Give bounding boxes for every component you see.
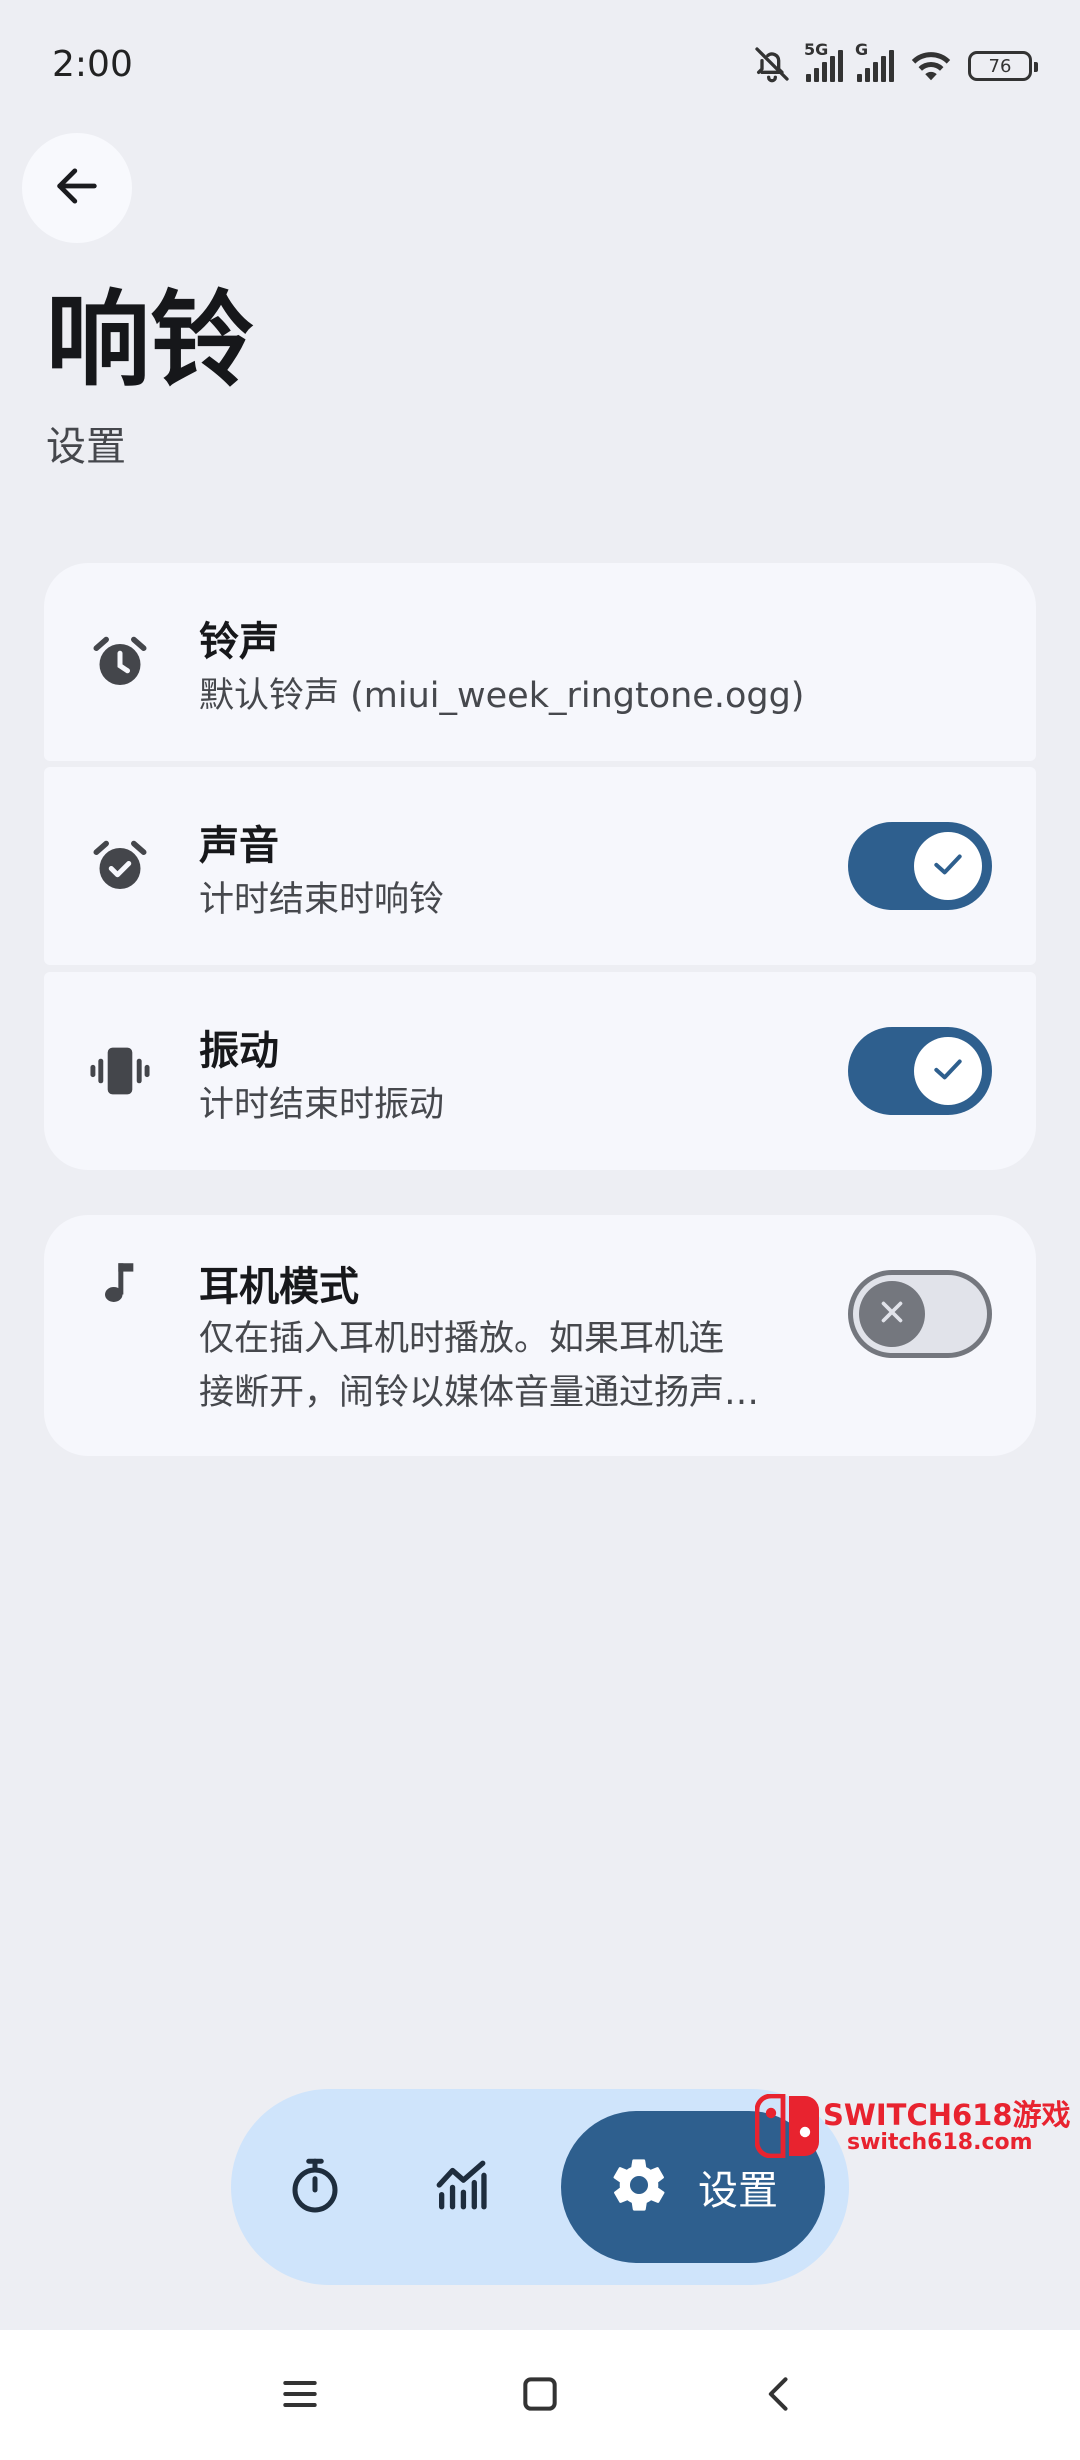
page-subtitle: 设置: [46, 424, 126, 470]
vibration-subtitle: 计时结束时振动: [199, 1085, 445, 1125]
headphone-subtitle-line1: 仅在插入耳机时播放。如果耳机连: [199, 1319, 725, 1359]
status-bar: 2:00 5G G 76: [0, 0, 1080, 140]
alarm-clock-icon: [88, 630, 152, 694]
signal-5g-icon: 5G: [804, 40, 843, 82]
sound-subtitle: 计时结束时响铃: [199, 880, 445, 920]
ringtone-row[interactable]: 铃声 默认铃声 (miui_week_ringtone.ogg): [44, 563, 1036, 761]
stopwatch-icon: [285, 2155, 345, 2219]
chevron-left-icon: [758, 2372, 802, 2420]
switch-logo-icon: [754, 2093, 821, 2162]
arrow-left-icon: [51, 160, 103, 216]
sound-row[interactable]: 声音 计时结束时响铃: [44, 767, 1036, 965]
settings-group-main: 铃声 默认铃声 (miui_week_ringtone.ogg) 声音 计时结束…: [44, 563, 1036, 1170]
system-navigation-bar: [0, 2330, 1080, 2460]
headphone-title: 耳机模式: [199, 1264, 359, 1310]
vibration-row[interactable]: 振动 计时结束时振动: [44, 972, 1036, 1170]
page-title: 响铃: [46, 279, 255, 401]
back-button[interactable]: [22, 133, 132, 243]
headphone-row[interactable]: 耳机模式 仅在插入耳机时播放。如果耳机连 接断开，闹铃以媒体音量通过扬声…: [44, 1215, 1036, 1456]
vibration-title: 振动: [199, 1028, 279, 1074]
ringtone-subtitle: 默认铃声 (miui_week_ringtone.ogg): [199, 676, 805, 716]
check-icon: [928, 1049, 968, 1093]
battery-indicator: 76: [968, 51, 1038, 81]
vibration-toggle[interactable]: [848, 1027, 992, 1115]
status-icons: 5G G 76: [752, 40, 1038, 88]
home-button[interactable]: [510, 2366, 570, 2426]
headphone-toggle[interactable]: [848, 1270, 992, 1358]
signal-g-icon: G: [855, 40, 894, 82]
headphone-subtitle-line2: 接断开，闹铃以媒体音量通过扬声…: [199, 1373, 760, 1413]
watermark-brand: SWITCH618游戏: [823, 2098, 1071, 2132]
nav-timer[interactable]: [275, 2147, 355, 2227]
status-time: 2:00: [52, 44, 133, 85]
gear-icon: [608, 2154, 670, 2220]
bell-off-icon: [752, 44, 792, 88]
chart-icon: [432, 2156, 490, 2218]
sound-title: 声音: [199, 823, 279, 869]
check-icon: [928, 844, 968, 888]
vibrate-icon: [88, 1039, 152, 1103]
system-back-button[interactable]: [750, 2366, 810, 2426]
nav-settings-label: 设置: [698, 2168, 778, 2214]
close-icon: [875, 1295, 909, 1333]
nav-statistics[interactable]: [421, 2147, 501, 2227]
recent-apps-button[interactable]: [270, 2366, 330, 2426]
music-note-icon: [88, 1250, 152, 1314]
menu-icon: [278, 2372, 322, 2420]
ringtone-title: 铃声: [199, 619, 279, 665]
square-icon: [518, 2372, 562, 2420]
wifi-icon: [908, 46, 954, 86]
alarm-check-icon: [88, 834, 152, 898]
settings-group-headphone: 耳机模式 仅在插入耳机时播放。如果耳机连 接断开，闹铃以媒体音量通过扬声…: [44, 1215, 1036, 1456]
sound-toggle[interactable]: [848, 822, 992, 910]
watermark-url: switch618.com: [847, 2130, 1033, 2155]
watermark: SWITCH618游戏 switch618.com: [754, 2092, 1075, 2162]
